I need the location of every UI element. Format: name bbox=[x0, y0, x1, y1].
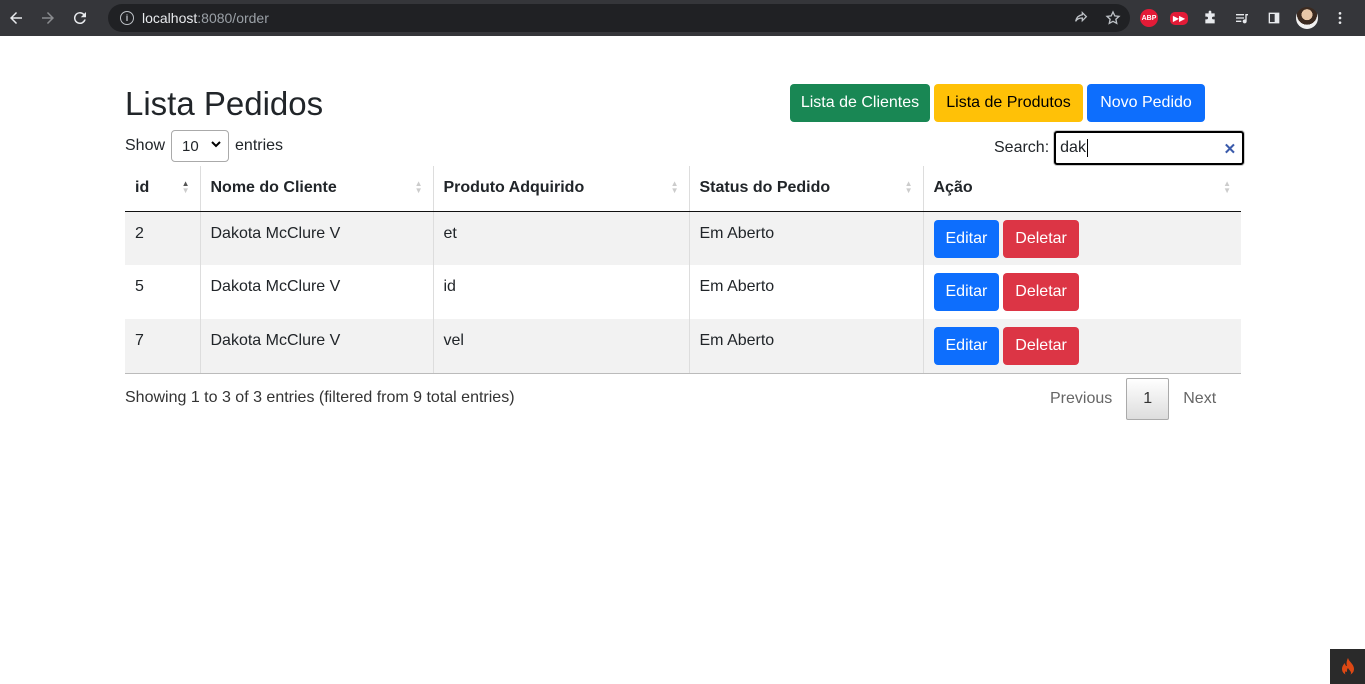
edit-button[interactable]: Editar bbox=[933, 273, 1000, 311]
column-header-label: Produto Adquirido bbox=[443, 179, 585, 197]
column-header-label: Nome do Cliente bbox=[210, 179, 337, 197]
side-panel-icon[interactable] bbox=[1264, 8, 1284, 28]
cell-actions: Editar Deletar bbox=[923, 265, 1241, 319]
cell-product: et bbox=[433, 211, 690, 265]
pagination: Previous 1 Next bbox=[1036, 378, 1230, 420]
cell-client: Dakota McClure V bbox=[200, 265, 434, 319]
column-header-label: id bbox=[135, 179, 150, 197]
next-page-button[interactable]: Next bbox=[1169, 378, 1230, 420]
sort-icon: ▲ ▼ bbox=[1223, 179, 1231, 195]
delete-button[interactable]: Deletar bbox=[1003, 273, 1079, 311]
products-list-button[interactable]: Lista de Produtos bbox=[934, 84, 1083, 122]
table-row: 2 Dakota McClure V et Em Aberto Editar D… bbox=[125, 211, 1241, 265]
search-input-value: dak bbox=[1060, 139, 1086, 156]
column-header-product[interactable]: Produto Adquirido ▲ ▼ bbox=[433, 166, 690, 212]
page-1-button[interactable]: 1 bbox=[1126, 378, 1170, 420]
cell-product: id bbox=[433, 265, 690, 319]
column-header-label: Status do Pedido bbox=[699, 179, 831, 197]
forward-icon[interactable] bbox=[32, 0, 64, 36]
adblock-extension-icon[interactable]: ABP bbox=[1140, 9, 1158, 27]
share-icon[interactable] bbox=[1072, 8, 1090, 28]
cell-status: Em Aberto bbox=[689, 211, 924, 265]
extensions-puzzle-icon[interactable] bbox=[1200, 8, 1220, 28]
search-label: Search: bbox=[994, 139, 1050, 156]
edit-button[interactable]: Editar bbox=[933, 219, 1000, 258]
cell-client: Dakota McClure V bbox=[200, 211, 434, 265]
delete-button[interactable]: Deletar bbox=[1003, 219, 1079, 258]
column-header-client[interactable]: Nome do Cliente ▲ ▼ bbox=[200, 166, 434, 212]
text-caret bbox=[1086, 139, 1088, 157]
column-header-status[interactable]: Status do Pedido ▲ ▼ bbox=[689, 166, 924, 212]
cell-id: 5 bbox=[125, 265, 201, 319]
new-order-button[interactable]: Novo Pedido bbox=[1087, 84, 1205, 122]
entries-select-value: 10 bbox=[182, 137, 199, 155]
cell-client: Dakota McClure V bbox=[200, 319, 434, 374]
back-icon[interactable] bbox=[0, 0, 32, 36]
address-bar[interactable]: i localhost:8080/order bbox=[108, 4, 1130, 32]
search-control: Search: dak ✕ bbox=[994, 131, 1245, 165]
show-label: Show bbox=[125, 137, 166, 154]
previous-page-button[interactable]: Previous bbox=[1036, 378, 1126, 420]
bookmark-star-icon[interactable] bbox=[1104, 8, 1122, 28]
cell-id: 7 bbox=[125, 319, 201, 374]
column-header-label: Ação bbox=[933, 179, 973, 197]
sort-ascending-icon: ▲ ▼ bbox=[181, 179, 190, 195]
sort-icon: ▲ ▼ bbox=[904, 179, 913, 195]
sort-icon: ▲ ▼ bbox=[414, 179, 423, 195]
cell-status: Em Aberto bbox=[689, 265, 924, 319]
clients-list-button[interactable]: Lista de Clientes bbox=[790, 84, 930, 122]
sort-icon: ▲ ▼ bbox=[670, 179, 679, 195]
cell-actions: Editar Deletar bbox=[923, 319, 1241, 374]
url-path: :8080/order bbox=[197, 10, 269, 26]
table-info: Showing 1 to 3 of 3 entries (filtered fr… bbox=[125, 389, 515, 406]
url-host: localhost bbox=[142, 10, 198, 26]
browser-toolbar: i localhost:8080/order ABP ▶▶ bbox=[0, 0, 1365, 36]
table-header-row: id ▲ ▼ Nome do Cliente ▲ ▼ Produto Adquiri… bbox=[125, 166, 1241, 212]
chevron-down-icon bbox=[210, 138, 222, 153]
table-row: 7 Dakota McClure V vel Em Aberto Editar … bbox=[125, 319, 1241, 374]
cell-id: 2 bbox=[125, 211, 201, 265]
debug-toolbar-flame-icon[interactable] bbox=[1330, 649, 1365, 684]
browser-menu-icon[interactable] bbox=[1330, 8, 1350, 28]
search-input[interactable]: dak ✕ bbox=[1054, 131, 1245, 165]
entries-select[interactable]: 10 bbox=[171, 130, 230, 162]
page-title: Lista Pedidos bbox=[125, 85, 324, 122]
page-length-control: Show 10 entries bbox=[125, 130, 283, 162]
table-row: 5 Dakota McClure V id Em Aberto Editar D… bbox=[125, 265, 1241, 319]
profile-avatar[interactable] bbox=[1296, 7, 1318, 29]
delete-button[interactable]: Deletar bbox=[1003, 327, 1079, 365]
cell-product: vel bbox=[433, 319, 690, 374]
column-header-action[interactable]: Ação ▲ ▼ bbox=[923, 166, 1241, 212]
column-header-id[interactable]: id ▲ ▼ bbox=[125, 166, 201, 212]
entries-label: entries bbox=[235, 137, 284, 154]
cell-status: Em Aberto bbox=[689, 319, 924, 374]
video-extension-icon[interactable]: ▶▶ bbox=[1170, 11, 1188, 25]
edit-button[interactable]: Editar bbox=[933, 327, 1000, 365]
clear-search-icon[interactable]: ✕ bbox=[1224, 140, 1237, 158]
cell-actions: Editar Deletar bbox=[923, 211, 1241, 265]
orders-table: id ▲ ▼ Nome do Cliente ▲ ▼ Produto Adquiri… bbox=[125, 166, 1241, 374]
reload-icon[interactable] bbox=[64, 0, 96, 36]
site-info-icon[interactable]: i bbox=[120, 11, 134, 25]
media-queue-icon[interactable] bbox=[1232, 8, 1252, 28]
